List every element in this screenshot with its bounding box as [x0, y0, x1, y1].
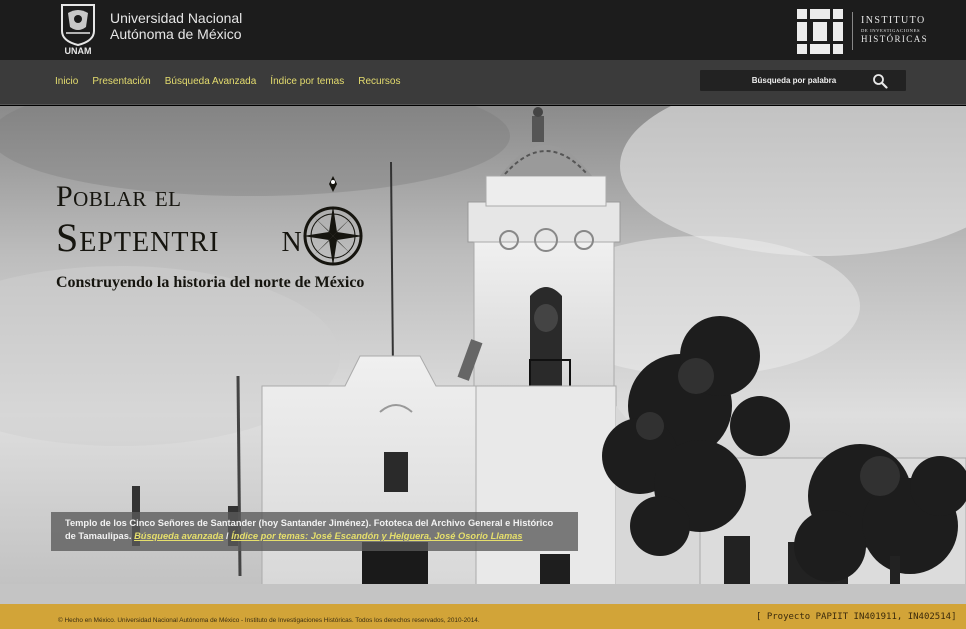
hero-banner: Poblar el Septentri n Construyendo la his… [0, 106, 966, 604]
search-box [700, 70, 906, 91]
institute-line2: DE INVESTIGACIONES [861, 28, 921, 33]
title-line2-end: n [281, 215, 303, 260]
site-subtitle: Construyendo la historia del norte de Mé… [56, 274, 365, 291]
footer-copyright: © Hecho en México. Universidad Nacional … [58, 617, 480, 624]
institute-line1: INSTITUTO [861, 15, 926, 26]
nav-item-busqueda-avanzada[interactable]: Búsqueda Avanzada [165, 76, 257, 87]
iih-logo-icon[interactable] [797, 9, 843, 54]
university-name[interactable]: Universidad Nacional Autónoma de México [110, 10, 242, 42]
header-divider [852, 12, 853, 50]
institute-line3: HISTÓRICAS [861, 33, 929, 44]
compass-rose-icon [303, 176, 363, 266]
unam-abbr: UNAM [65, 46, 92, 55]
nav-item-inicio[interactable]: Inicio [55, 76, 78, 87]
nav-item-recursos[interactable]: Recursos [358, 76, 400, 87]
nav-item-indice-por-temas[interactable]: Índice por temas [270, 76, 344, 87]
search-icon[interactable] [872, 73, 888, 89]
footer: © Hecho en México. Universidad Nacional … [0, 604, 966, 629]
caption-link-indice-temas[interactable]: Índice por temas: José Escandón y Helgue… [231, 531, 522, 541]
university-name-line1: Universidad Nacional [110, 10, 243, 26]
footer-project-id: [ Proyecto PAPIIT IN401911, IN402514] [756, 612, 957, 622]
search-input[interactable] [700, 70, 880, 91]
nav-item-presentacion[interactable]: Presentación [92, 76, 150, 87]
university-name-line2: Autónoma de México [110, 26, 242, 42]
top-header: UNAM Universidad Nacional Autónoma de Mé… [0, 0, 966, 60]
photo-caption: Templo de los Cinco Señores de Santander… [51, 512, 578, 551]
caption-link-busqueda-avanzada[interactable]: Búsqueda avanzada [134, 531, 223, 541]
title-line1: Poblar el [56, 180, 182, 213]
title-line2: Septentri n [56, 214, 303, 261]
title-line2-text: Septentri [56, 215, 220, 260]
unam-shield-icon[interactable]: UNAM [58, 3, 98, 55]
main-navigation: Inicio Presentación Búsqueda Avanzada Ín… [0, 60, 966, 105]
institute-name[interactable]: INSTITUTO DE INVESTIGACIONES HISTÓRICAS [861, 16, 928, 44]
nav-menu: Inicio Presentación Búsqueda Avanzada Ín… [55, 76, 400, 87]
